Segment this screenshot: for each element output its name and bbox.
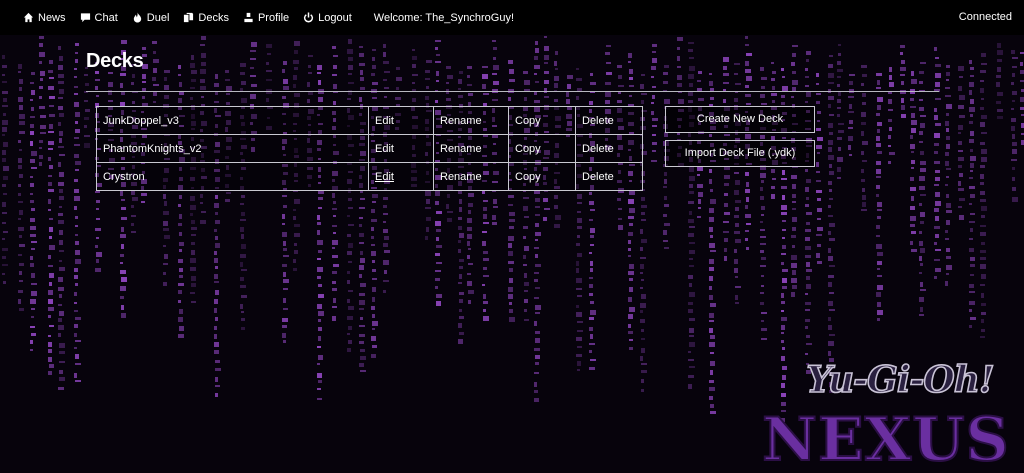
rain-column <box>805 51 812 374</box>
logo-line1: Yu-Gi-Oh! <box>806 359 993 401</box>
power-icon <box>304 12 314 23</box>
delete-deck-link[interactable]: Delete <box>582 143 614 155</box>
rain-column <box>282 61 289 343</box>
rain-column <box>734 63 741 304</box>
copy-deck-link[interactable]: Copy <box>515 115 541 127</box>
rain-column <box>688 42 695 389</box>
rain-column <box>945 65 952 286</box>
deck-name: PhantomKnights_v2 <box>96 134 369 163</box>
rename-deck-link[interactable]: Rename <box>440 171 482 183</box>
nav-logout-label: Logout <box>318 11 352 24</box>
rain-column <box>240 63 247 330</box>
nav-chat-label: Chat <box>94 11 118 24</box>
edit-deck-link[interactable]: Edit <box>375 115 394 127</box>
rain-column <box>2 55 9 284</box>
rain-column <box>534 41 541 402</box>
rain-column <box>919 62 926 316</box>
welcome-text: Welcome: The_SynchroGuy! <box>373 11 515 24</box>
deck-row: JunkDoppel_v3 Edit Rename Copy Delete <box>96 106 643 135</box>
nav-news-label: News <box>38 11 66 24</box>
nav-decks-label: Decks <box>198 11 229 24</box>
rain-column <box>958 66 965 220</box>
deck-row: PhantomKnights_v2 Edit Rename Copy Delet… <box>96 134 643 163</box>
rain-column <box>848 74 855 156</box>
rain-column <box>1020 52 1024 145</box>
rain-column <box>359 46 366 372</box>
nav-duel[interactable]: Duel <box>132 11 170 24</box>
rain-column <box>828 55 835 393</box>
rain-column <box>996 43 1003 119</box>
rain-column <box>371 49 378 358</box>
rain-column <box>980 53 987 338</box>
import-deck-file-button[interactable]: Import Deck File (.ydk) <box>665 140 815 167</box>
home-icon <box>23 12 34 23</box>
logo-line2: NEXUS <box>762 405 1010 468</box>
rename-deck-link[interactable]: Rename <box>440 115 482 127</box>
rain-column <box>84 67 90 148</box>
rename-deck-link[interactable]: Rename <box>440 143 482 155</box>
rain-column <box>816 73 823 264</box>
copy-deck-link[interactable]: Copy <box>515 171 541 183</box>
nav-news[interactable]: News <box>23 12 66 24</box>
delete-deck-link[interactable]: Delete <box>582 171 614 183</box>
chat-bubble-icon <box>80 13 90 23</box>
nav-chat[interactable]: Chat <box>80 12 118 24</box>
nav-duel-label: Duel <box>146 11 170 24</box>
delete-deck-link[interactable]: Delete <box>582 115 614 127</box>
nav-logout[interactable]: Logout <box>303 12 352 24</box>
top-navbar: News Chat Duel Decks Profile Logout Welc… <box>0 0 1024 35</box>
fire-icon <box>133 12 141 23</box>
edit-deck-link[interactable]: Edit <box>375 143 394 155</box>
rain-column <box>74 43 81 382</box>
title-divider <box>86 91 939 92</box>
deck-table: JunkDoppel_v3 Edit Rename Copy Delete Ph… <box>96 106 643 191</box>
rain-column <box>791 45 798 297</box>
rain-column <box>876 73 883 321</box>
nav-profile[interactable]: Profile <box>243 12 289 24</box>
nav-decks[interactable]: Decks <box>183 12 229 24</box>
deck-name: Crystron <box>96 162 369 191</box>
documents-icon <box>184 12 194 23</box>
copy-deck-link[interactable]: Copy <box>515 143 541 155</box>
rain-column <box>18 64 25 311</box>
page-title: Decks <box>86 50 144 72</box>
rain-column <box>39 36 46 166</box>
rain-column <box>969 60 976 328</box>
rain-column <box>900 45 906 118</box>
nav-profile-label: Profile <box>257 11 290 24</box>
rain-column <box>48 60 55 375</box>
rain-column <box>30 72 37 351</box>
rain-column <box>152 41 159 103</box>
rain-column <box>508 60 515 322</box>
rain-column <box>888 67 895 164</box>
deck-row: Crystron Edit Rename Copy Delete <box>96 162 643 191</box>
rain-column <box>934 47 941 279</box>
connection-status: Connected <box>958 11 1012 23</box>
rain-column <box>910 71 917 252</box>
rain-column <box>58 46 65 390</box>
rain-column <box>628 53 635 350</box>
rain-column <box>651 44 658 162</box>
rain-column <box>482 66 489 321</box>
edit-deck-link[interactable]: Edit <box>375 171 394 183</box>
deck-name: JunkDoppel_v3 <box>96 106 369 135</box>
rain-column <box>1011 50 1018 202</box>
create-new-deck-button[interactable]: Create New Deck <box>665 106 815 133</box>
yugioh-nexus-logo: Yu-Gi-Oh! NEXUS <box>761 358 1010 468</box>
rain-column <box>861 65 868 211</box>
rain-column <box>347 39 354 352</box>
user-icon <box>244 12 253 23</box>
rain-column <box>837 44 844 179</box>
